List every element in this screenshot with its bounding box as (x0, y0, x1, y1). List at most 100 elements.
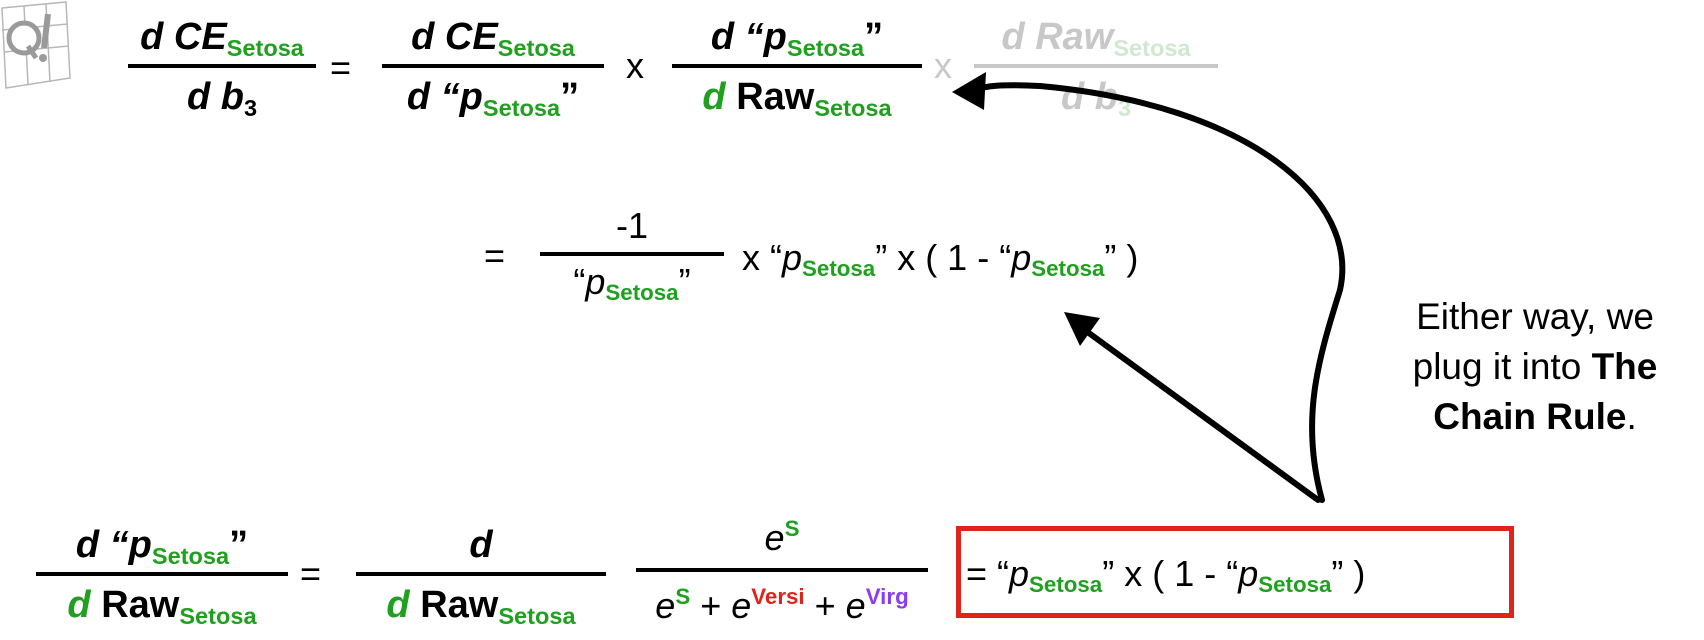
softmax-den-plus1: + (690, 585, 732, 626)
softmax-fraction: eS eS + eVersi + eVirg (620, 517, 944, 626)
softmax-den-sup-virg: Virg (865, 584, 909, 610)
result-p1: p (1009, 553, 1030, 594)
softmax-den-sup-versi: Versi (751, 584, 805, 610)
top-times-1: x (626, 45, 644, 86)
bottom-lhs-den-d: d (67, 584, 91, 626)
mid-bar (540, 252, 724, 256)
bottom-lhs-bar (36, 572, 288, 576)
top-lhs-bar (128, 64, 316, 68)
note-line-2: plug it into The (1370, 342, 1700, 392)
top-lhs-den-sub: 3 (243, 94, 258, 121)
softmax-num-sup: S (784, 516, 800, 542)
top-term2-num-sub: Setosa (786, 34, 865, 61)
top-term3-numerator: d RawSetosa (1001, 18, 1190, 59)
note-line-3: Chain Rule. (1370, 392, 1700, 442)
top-term3-den-text: d b (1060, 76, 1118, 118)
top-term3-bar (974, 64, 1218, 68)
result-open: = “ (966, 553, 1010, 594)
bottom-op-denominator: d RawSetosa (386, 584, 575, 627)
top-equals: = (330, 47, 352, 88)
top-term1-den-close: ” (560, 76, 580, 118)
mid-rest-mid: ” x ( 1 - “ (875, 237, 1012, 278)
top-term2-num-close: ” (864, 16, 884, 58)
top-term2-den-sub: Setosa (814, 94, 892, 121)
mid-fraction: -1 “pSetosa” (540, 208, 724, 304)
softmax-den-e1: e (655, 585, 676, 626)
softmax-den-e3: e (845, 585, 866, 626)
top-term2-den-d: d (702, 76, 726, 118)
bottom-op-num-d: d (469, 524, 493, 566)
bottom-op-den-sub: Setosa (498, 602, 576, 629)
result-close: ” ) (1331, 553, 1366, 594)
top-term1-num-sub: Setosa (497, 34, 575, 61)
top-lhs-num-sub: Setosa (226, 34, 304, 61)
top-lhs-denominator: d b3 (186, 76, 257, 119)
top-term1-den-p: “p (440, 76, 483, 118)
bottom-lhs-num-d: d (75, 524, 100, 566)
top-term1-den-d: d (406, 76, 431, 118)
mid-rest-p1: p (782, 237, 803, 278)
bottom-lhs-den-raw: Raw (101, 584, 180, 626)
mid-den-sub: Setosa (605, 280, 679, 306)
straight-arrow (1064, 312, 1321, 503)
softmax-den-plus2: + (804, 585, 846, 626)
bottom-operator-fraction: d d RawSetosa (356, 526, 606, 627)
top-term2-denominator: d RawSetosa (702, 76, 891, 119)
bottom-op-den-d: d (386, 584, 410, 626)
top-term2-den-raw: Raw (736, 76, 815, 118)
result-sub2: Setosa (1258, 572, 1332, 598)
top-term1-num-text: d CE (411, 16, 498, 58)
statquest-logo-icon (1, 1, 71, 89)
chain-rule-note: Either way, we plug it into The Chain Ru… (1370, 292, 1700, 442)
top-term3-den-sub: 3 (1117, 94, 1132, 121)
bottom-op-numerator: d (469, 526, 492, 564)
bottom-op-bar (356, 572, 606, 576)
top-term2-fraction: d “pSetosa” d RawSetosa (672, 16, 922, 119)
softmax-numerator: eS (764, 517, 800, 558)
result-mid: ” x ( 1 - “ (1102, 553, 1239, 594)
bottom-lhs-den-sub: Setosa (179, 602, 257, 629)
note-period: . (1626, 396, 1637, 437)
bottom-equals: = (300, 553, 322, 594)
softmax-denominator: eS + eVersi + eVirg (655, 585, 908, 626)
result-p2: p (1238, 553, 1259, 594)
top-term2-num-d: d (710, 16, 735, 58)
top-lhs-den-text: d b (186, 76, 244, 118)
top-term2-numerator: d “pSetosa” (710, 16, 884, 59)
top-term1-denominator: d “pSetosa” (406, 76, 580, 119)
top-term3-denominator: d b3 (1060, 76, 1131, 119)
top-term2-bar (672, 64, 922, 68)
top-term1-fraction: d CESetosa d “pSetosa” (382, 16, 604, 119)
mid-rest-sub1: Setosa (802, 256, 876, 282)
top-lhs-fraction: d CESetosa d b3 (128, 18, 316, 119)
note-line-2-text: plug it into (1412, 346, 1582, 387)
top-term3-fraction: d RawSetosa d b3 (974, 18, 1218, 119)
softmax-num-e: e (764, 517, 785, 558)
mid-rest-p2: p (1011, 237, 1032, 278)
top-times-2: x (934, 45, 952, 86)
top-term3-num-sub: Setosa (1113, 34, 1191, 61)
note-bold-chain-rule: Chain Rule (1433, 396, 1627, 437)
bottom-op-den-raw: Raw (420, 584, 499, 626)
mid-den-p: p (585, 261, 606, 302)
mid-rest-times: x “ (742, 237, 782, 278)
bottom-lhs-num-close: ” (229, 524, 249, 566)
bottom-lhs-fraction: d “pSetosa” d RawSetosa (36, 524, 288, 627)
result-sub1: Setosa (1029, 572, 1103, 598)
softmax-bar (636, 568, 928, 572)
note-bold-the: The (1591, 346, 1658, 387)
top-term1-bar (382, 64, 604, 68)
top-lhs-numerator: d CESetosa (140, 18, 304, 59)
bottom-lhs-numerator: d “pSetosa” (75, 524, 249, 567)
mid-denominator: “pSetosa” (573, 261, 690, 304)
mid-rest: x “pSetosa” x ( 1 - “pSetosa” ) (742, 237, 1139, 280)
bottom-lhs-denominator: d RawSetosa (67, 584, 256, 627)
top-term1-numerator: d CESetosa (411, 16, 575, 59)
mid-equals: = (484, 235, 506, 276)
top-term2-num-p: “p (744, 16, 787, 58)
softmax-den-e2: e (731, 585, 752, 626)
mid-rest-close: ” ) (1104, 237, 1139, 278)
mid-den-open: “ (573, 261, 586, 302)
mid-rest-sub2: Setosa (1031, 256, 1105, 282)
curved-arrow (952, 72, 1346, 503)
